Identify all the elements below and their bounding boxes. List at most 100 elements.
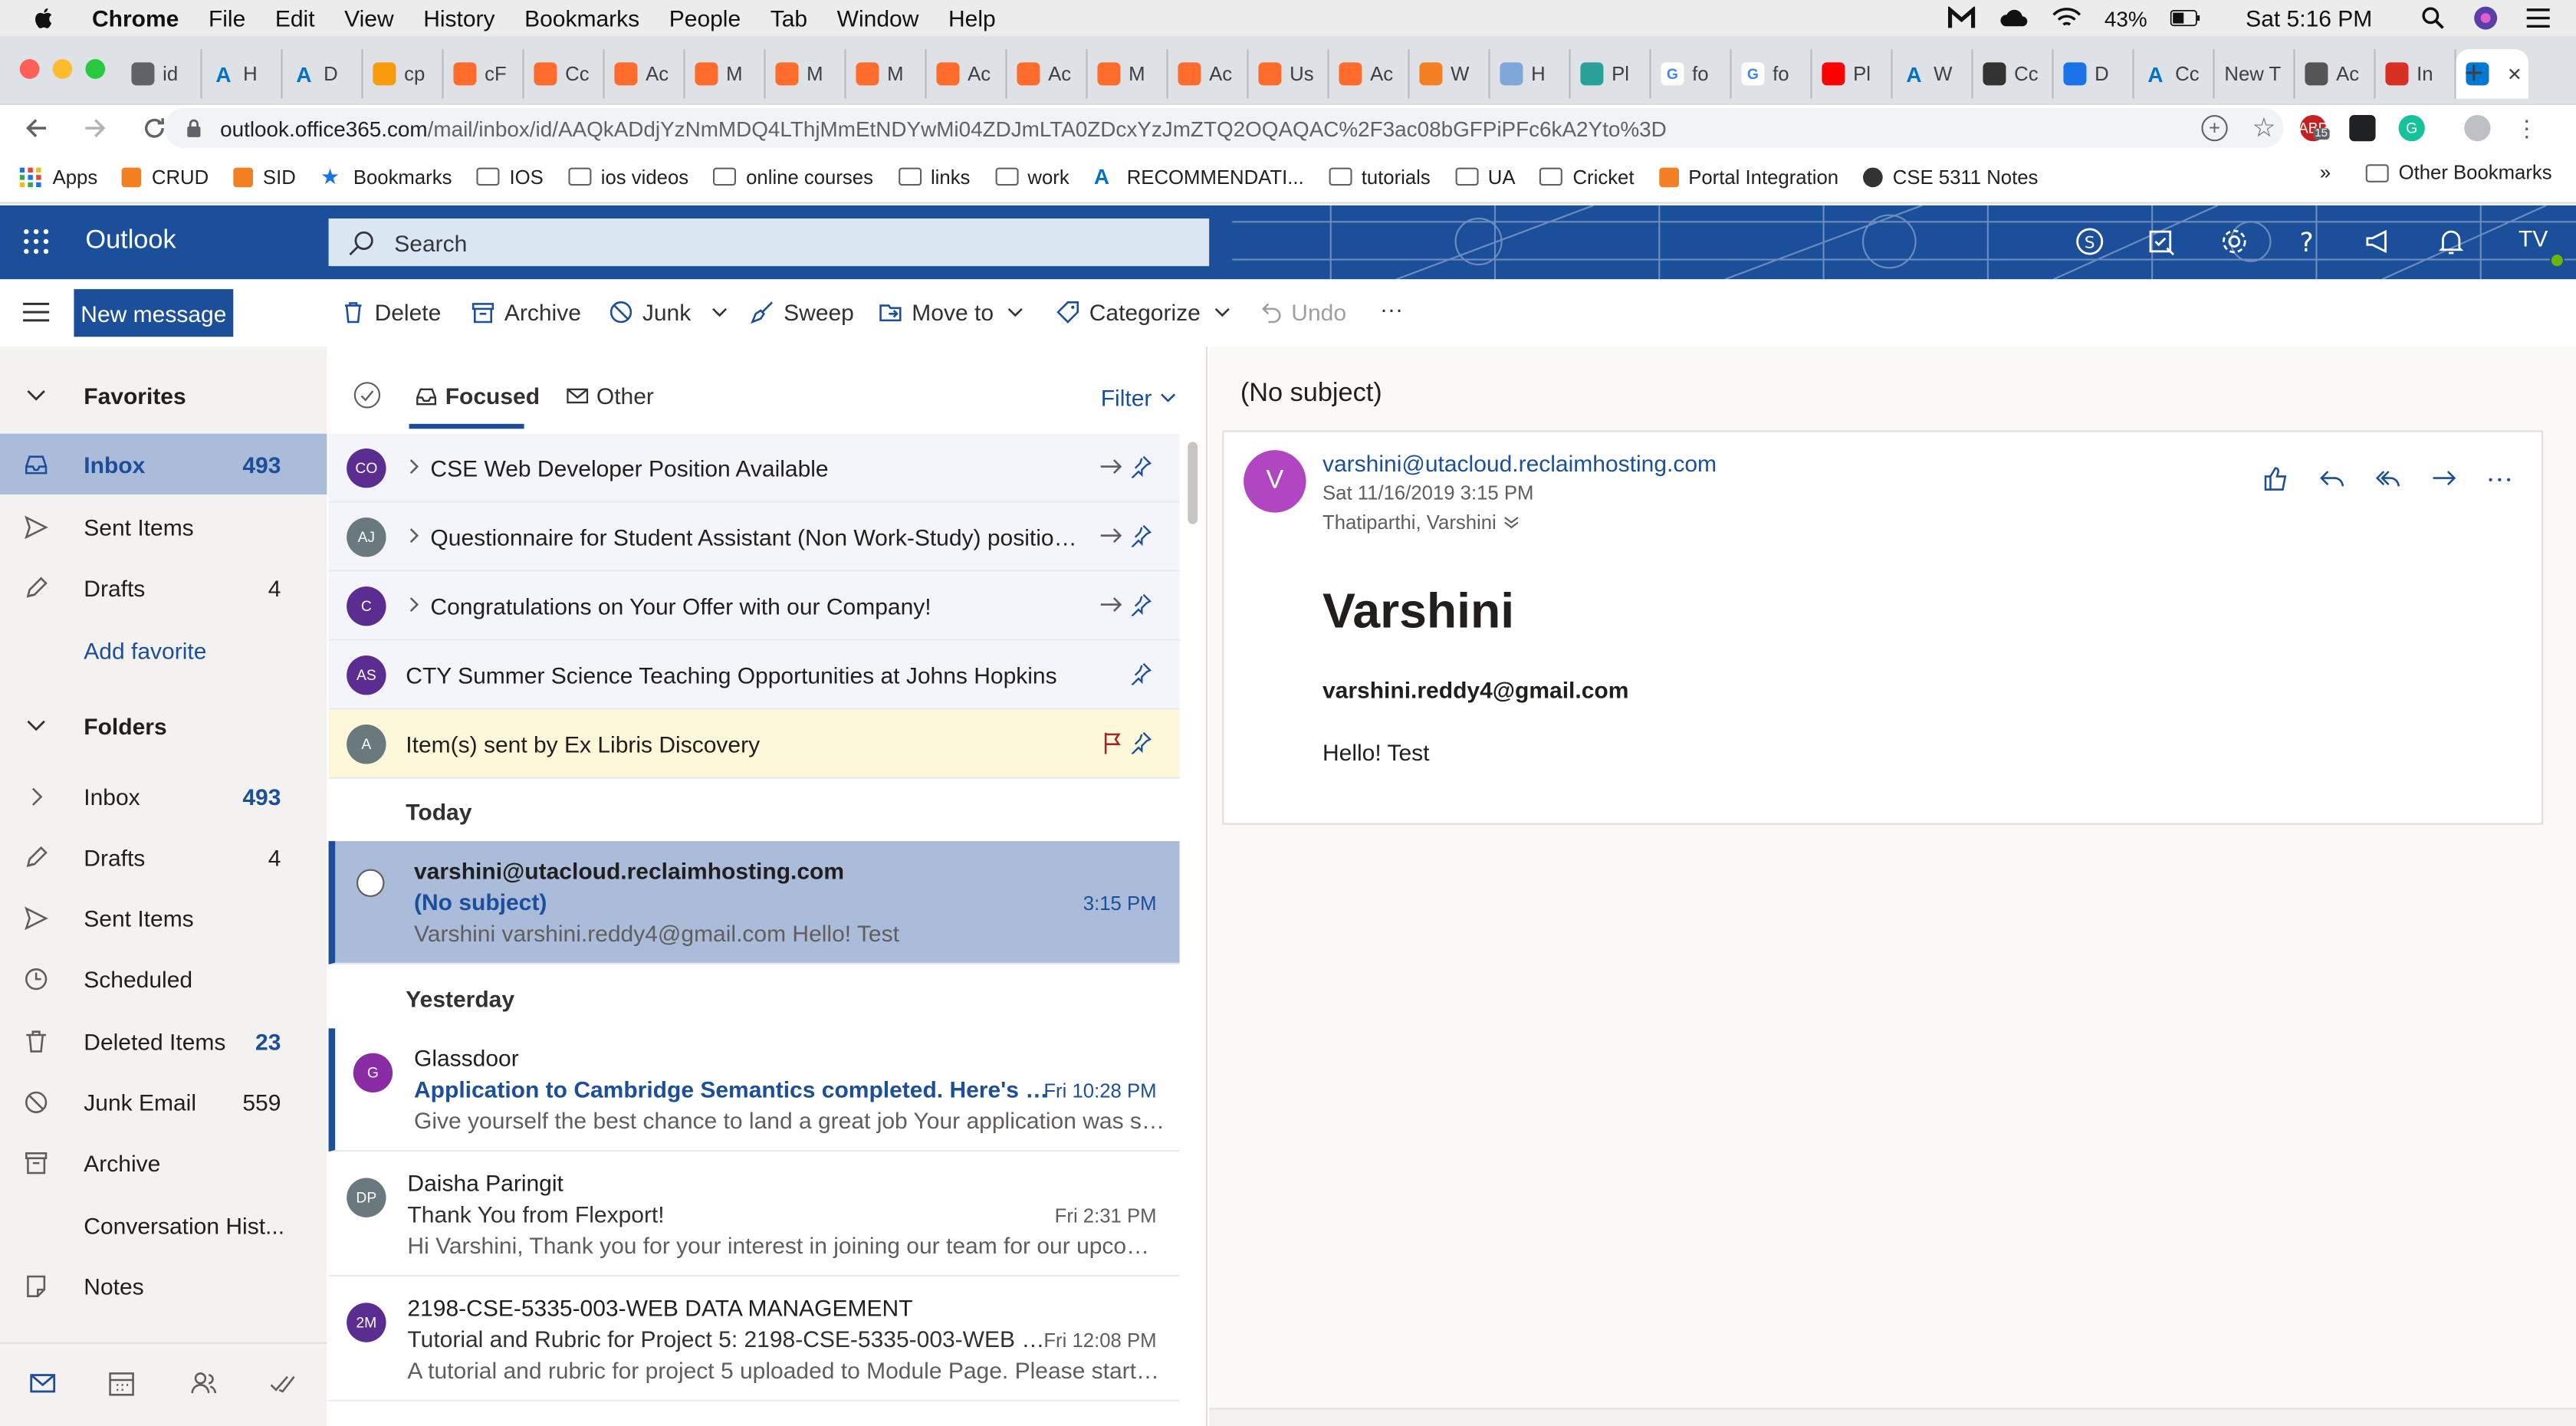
folder-item[interactable]: Conversation Hist...: [0, 1194, 327, 1255]
mail-icon[interactable]: [30, 1370, 56, 1396]
expand-thread-icon[interactable]: [407, 458, 420, 475]
menu-people[interactable]: People: [669, 5, 741, 31]
app-title[interactable]: Outlook: [85, 227, 176, 257]
browser-tab[interactable]: Gfo: [1732, 49, 1812, 99]
sender-avatar[interactable]: V: [1244, 450, 1306, 513]
expand-thread-icon[interactable]: [407, 527, 420, 544]
bookmark-item[interactable]: IOS: [476, 165, 544, 188]
folders-header[interactable]: Folders: [0, 695, 327, 755]
bookmark-item[interactable]: ios videos: [567, 165, 688, 188]
move-to-button[interactable]: Move to: [879, 299, 1023, 325]
close-tab-icon[interactable]: ✕: [2507, 64, 2522, 85]
sender-address[interactable]: varshini@utacloud.reclaimhosting.com: [1322, 450, 1717, 476]
browser-tab[interactable]: Ac: [1329, 49, 1410, 99]
menu-window[interactable]: Window: [837, 5, 919, 31]
folder-item[interactable]: Sent Items: [0, 888, 327, 948]
siri-icon[interactable]: [2471, 6, 2501, 30]
hamburger-menu-icon[interactable]: [23, 301, 50, 324]
browser-tab[interactable]: Us: [1249, 49, 1329, 99]
calendar-icon[interactable]: [108, 1370, 134, 1396]
menu-tab[interactable]: Tab: [770, 5, 807, 31]
sweep-button[interactable]: Sweep: [751, 299, 854, 325]
bookmark-item[interactable]: links: [898, 165, 970, 188]
shield-icon[interactable]: [2349, 115, 2376, 142]
minimize-window-button[interactable]: [52, 59, 73, 79]
settings-gear-icon[interactable]: [2218, 225, 2251, 258]
profile-icon[interactable]: [2464, 115, 2491, 142]
message-row-selected[interactable]: varshini@utacloud.reclaimhosting.com (No…: [328, 841, 1180, 964]
browser-tab[interactable]: AW: [1893, 49, 1973, 99]
wifi-icon[interactable]: [2052, 7, 2082, 30]
browser-tab[interactable]: Gfo: [1651, 49, 1732, 99]
recipient[interactable]: Thatiparthi, Varshini: [1322, 511, 1520, 534]
bookmark-item[interactable]: work: [994, 165, 1070, 188]
cloud-icon[interactable]: [1999, 7, 2029, 30]
archive-button[interactable]: Archive: [472, 299, 581, 325]
people-icon[interactable]: [191, 1370, 217, 1396]
browser-tab[interactable]: Pl: [1812, 49, 1893, 99]
filter-button[interactable]: Filter: [1101, 384, 1177, 411]
browser-tab[interactable]: cF: [444, 49, 524, 99]
scrollbar-thumb[interactable]: [1188, 442, 1198, 524]
battery-icon[interactable]: [2170, 7, 2200, 30]
bookmark-item[interactable]: Portal Integration: [1658, 165, 1838, 188]
bookmark-item[interactable]: online courses: [713, 165, 873, 188]
menu-help[interactable]: Help: [948, 5, 996, 31]
bookmark-item[interactable]: UA: [1454, 165, 1515, 188]
pinned-message-row[interactable]: C Congratulations on Your Offer with our …: [328, 571, 1180, 641]
browser-tab[interactable]: Pl: [1571, 49, 1651, 99]
new-tab-button[interactable]: +: [2464, 56, 2483, 94]
browser-tab[interactable]: Ac: [1168, 49, 1249, 99]
expand-recipients-icon[interactable]: [1503, 516, 1519, 529]
browser-tab[interactable]: M: [685, 49, 766, 99]
message-row[interactable]: G Glassdoor Application to Cambridge Seman…: [328, 1028, 1180, 1152]
categorize-button[interactable]: Categorize: [1056, 299, 1230, 325]
skype-icon[interactable]: S: [2073, 225, 2106, 258]
tab-other[interactable]: Other: [567, 383, 654, 409]
account-avatar[interactable]: TV: [2518, 225, 2564, 268]
chevron-down-icon[interactable]: [1214, 307, 1230, 317]
like-icon[interactable]: [2262, 465, 2290, 492]
apple-icon[interactable]: [33, 7, 56, 30]
spotlight-icon[interactable]: [2418, 7, 2448, 30]
new-message-button[interactable]: New message: [74, 289, 234, 337]
chevron-down-icon[interactable]: [1007, 307, 1023, 317]
browser-tab[interactable]: H: [1490, 49, 1571, 99]
browser-tab[interactable]: id: [122, 49, 202, 99]
url-bar[interactable]: outlook.office365.com/mail/inbox/id/AAQk…: [164, 108, 2284, 148]
pinned-message-row[interactable]: AJ Questionnaire for Student Assistant (N…: [328, 502, 1180, 572]
browser-tab[interactable]: In: [2376, 49, 2456, 99]
folder-item[interactable]: Scheduled: [0, 949, 327, 1010]
browser-tab[interactable]: Ac: [605, 49, 685, 99]
browser-tab[interactable]: W: [1410, 49, 1490, 99]
message-row[interactable]: 2M 2198-CSE-5335-003-WEB DATA MANAGEMENT T…: [328, 1278, 1180, 1401]
favorite-inbox[interactable]: Inbox 493: [0, 433, 327, 495]
delete-button[interactable]: Delete: [342, 299, 441, 325]
forward-icon[interactable]: [82, 115, 108, 141]
bookmark-item[interactable]: CSE 5311 Notes: [1863, 165, 2038, 188]
forward-icon[interactable]: [2430, 465, 2457, 492]
tasks-icon[interactable]: [269, 1370, 295, 1396]
notification-center-icon[interactable]: [2523, 7, 2553, 30]
folder-item[interactable]: Inbox 493: [0, 766, 327, 826]
browser-tab[interactable]: AH: [202, 49, 283, 99]
browser-tab[interactable]: AD: [283, 49, 363, 99]
reply-icon[interactable]: [2318, 465, 2346, 492]
chevron-down-icon[interactable]: [711, 307, 727, 317]
bookmark-item[interactable]: ★ Bookmarks: [320, 165, 452, 188]
browser-tab[interactable]: Ac: [927, 49, 1007, 99]
menu-file[interactable]: File: [209, 5, 245, 31]
adblock-icon[interactable]: ABP 15: [2298, 115, 2330, 142]
other-bookmarks[interactable]: Other Bookmarks: [2365, 161, 2552, 184]
clock[interactable]: Sat 5:16 PM: [2246, 5, 2372, 31]
browser-tab[interactable]: D: [2054, 49, 2134, 99]
select-message-checkbox[interactable]: [356, 869, 385, 897]
folder-item[interactable]: Deleted Items 23: [0, 1010, 327, 1071]
my-day-icon[interactable]: [2146, 225, 2179, 258]
bookmark-item[interactable]: SID: [233, 165, 296, 188]
pin-icon[interactable]: [1130, 593, 1152, 616]
menu-edit[interactable]: Edit: [275, 5, 315, 31]
browser-tab[interactable]: Ac: [1007, 49, 1088, 99]
browser-tab[interactable]: A Cc: [2134, 49, 2215, 99]
bookmark-item[interactable]: CRUD: [122, 165, 209, 188]
